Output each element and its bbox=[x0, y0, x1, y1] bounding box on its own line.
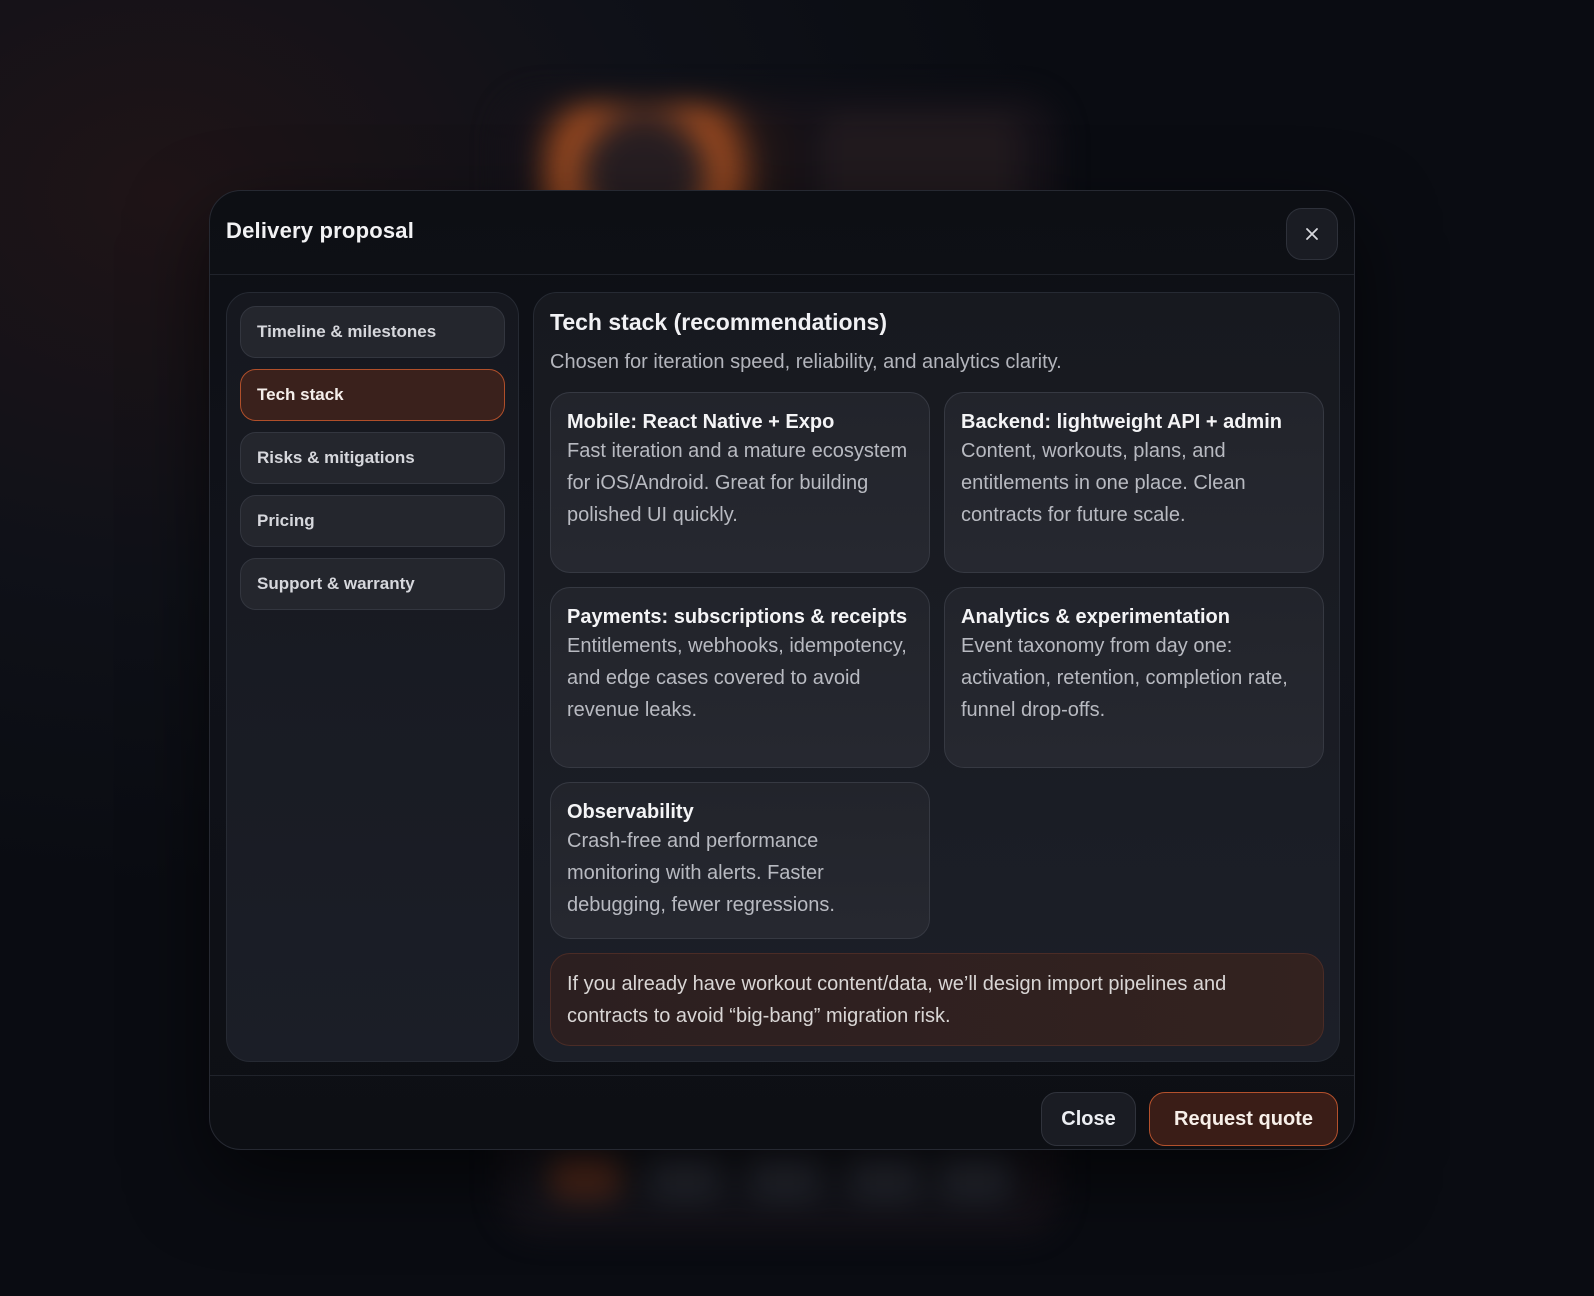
background-tab bbox=[850, 1155, 920, 1199]
nav-item-pricing[interactable]: Pricing bbox=[240, 495, 505, 547]
nav-item-tech-stack[interactable]: Tech stack bbox=[240, 369, 505, 421]
modal-title: Delivery proposal bbox=[226, 218, 415, 243]
tech-card-analytics: Analytics & experimentation Event taxono… bbox=[944, 587, 1324, 768]
modal-header: Delivery proposal bbox=[210, 191, 1354, 275]
close-button[interactable]: Close bbox=[1041, 1092, 1136, 1146]
background-tab bbox=[650, 1155, 720, 1199]
nav-item-support[interactable]: Support & warranty bbox=[240, 558, 505, 610]
modal-close-button[interactable] bbox=[1286, 208, 1338, 260]
modal-footer: Close Request quote bbox=[210, 1075, 1354, 1149]
tech-card-backend: Backend: lightweight API + admin Content… bbox=[944, 392, 1324, 573]
nav-item-timeline[interactable]: Timeline & milestones bbox=[240, 306, 505, 358]
section-subtitle: Chosen for iteration speed, reliability,… bbox=[550, 351, 1062, 373]
card-title: Observability bbox=[567, 801, 694, 823]
nav-item-risks[interactable]: Risks & mitigations bbox=[240, 432, 505, 484]
card-title: Analytics & experimentation bbox=[961, 606, 1230, 628]
card-body: Content, workouts, plans, and entitlemen… bbox=[961, 440, 1246, 526]
content-panel: Tech stack (recommendations) Chosen for … bbox=[533, 292, 1340, 1062]
card-body: Fast iteration and a mature ecosystem fo… bbox=[567, 440, 908, 526]
tech-card-payments: Payments: subscriptions & receipts Entit… bbox=[550, 587, 930, 768]
card-body: Entitlements, webhooks, idempotency, and… bbox=[567, 635, 907, 721]
card-title: Backend: lightweight API + admin bbox=[961, 411, 1282, 433]
section-title: Tech stack (recommendations) bbox=[550, 309, 888, 335]
delivery-proposal-modal: Delivery proposal Timeline & milestones … bbox=[209, 190, 1355, 1150]
card-title: Payments: subscriptions & receipts bbox=[567, 606, 908, 628]
tech-card-mobile: Mobile: React Native + Expo Fast iterati… bbox=[550, 392, 930, 573]
section-nav: Timeline & milestones Tech stack Risks &… bbox=[226, 292, 519, 1062]
tech-card-observability: Observability Crash-free and performance… bbox=[550, 782, 930, 939]
background-tab bbox=[550, 1155, 620, 1199]
request-quote-button[interactable]: Request quote bbox=[1149, 1092, 1338, 1146]
card-title: Mobile: React Native + Expo bbox=[567, 411, 835, 433]
migration-callout: If you already have workout content/data… bbox=[550, 953, 1324, 1046]
close-icon bbox=[1306, 228, 1318, 240]
card-body: Crash-free and performance monitoring wi… bbox=[567, 830, 835, 916]
card-body: Event taxonomy from day one: activation,… bbox=[961, 635, 1288, 721]
background-tab bbox=[750, 1155, 820, 1199]
background-tab bbox=[940, 1155, 1010, 1199]
